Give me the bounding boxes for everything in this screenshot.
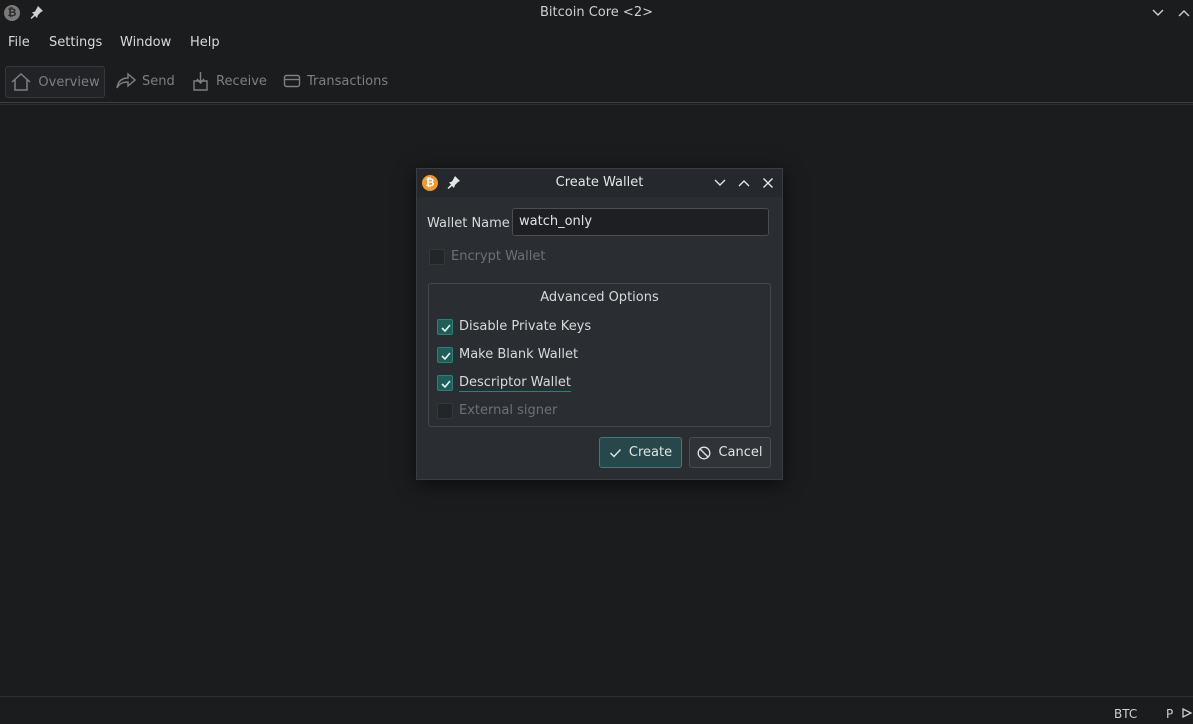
unit-display[interactable]: BTC xyxy=(1114,707,1137,721)
main-toolbar: Overview Send Receive Transactions xyxy=(0,64,1193,102)
transactions-card-icon xyxy=(283,74,301,88)
external-signer-label: External signer xyxy=(459,403,558,418)
tab-send-label: Send xyxy=(142,73,175,89)
checkmark-icon xyxy=(441,324,451,333)
tab-overview-label: Overview xyxy=(38,74,100,90)
cancel-button[interactable]: Cancel xyxy=(689,437,771,468)
disable-private-keys-label: Disable Private Keys xyxy=(459,319,592,334)
status-bar: BTC P xyxy=(0,696,1193,724)
advanced-options-title: Advanced Options xyxy=(540,290,659,305)
maximize-chevron-icon[interactable] xyxy=(736,175,752,191)
tab-receive[interactable]: Receive xyxy=(191,66,267,96)
home-icon xyxy=(11,72,31,91)
menu-settings[interactable]: Settings xyxy=(49,35,102,50)
receive-icon xyxy=(193,72,208,91)
menu-help[interactable]: Help xyxy=(190,35,220,50)
chevron-down-icon[interactable] xyxy=(1150,5,1166,21)
encrypt-wallet-checkbox[interactable] xyxy=(429,249,445,265)
cancel-button-label: Cancel xyxy=(718,445,763,460)
encrypt-wallet-label: Encrypt Wallet xyxy=(451,249,546,264)
create-button[interactable]: Create xyxy=(599,437,682,468)
window-title: Bitcoin Core <2> xyxy=(540,5,653,20)
cancel-circle-icon xyxy=(698,446,711,459)
external-signer-checkbox[interactable] xyxy=(437,403,453,419)
checkmark-icon xyxy=(441,352,451,361)
create-wallet-dialog: ₿ Create Wallet Wallet Name watch_only E… xyxy=(416,168,783,480)
dialog-title-bar: ₿ Create Wallet xyxy=(417,169,782,197)
menu-file[interactable]: File xyxy=(8,35,30,50)
create-button-label: Create xyxy=(628,445,673,460)
status-p-label: P xyxy=(1166,707,1174,721)
toolbar-divider xyxy=(0,102,1193,103)
tab-overview[interactable]: Overview xyxy=(5,66,105,98)
checkmark-icon xyxy=(441,380,451,389)
menu-window[interactable]: Window xyxy=(120,35,171,50)
send-arrow-icon xyxy=(116,72,136,89)
chevron-up-icon[interactable] xyxy=(1176,5,1192,21)
close-icon[interactable] xyxy=(760,175,776,191)
make-blank-wallet-checkbox[interactable] xyxy=(437,347,453,363)
tab-transactions-label: Transactions xyxy=(307,73,389,89)
disable-private-keys-checkbox[interactable] xyxy=(437,319,453,335)
wallet-name-input[interactable]: watch_only xyxy=(512,208,769,236)
minimize-chevron-icon[interactable] xyxy=(712,175,728,191)
tab-send[interactable]: Send xyxy=(116,66,175,96)
network-icon[interactable] xyxy=(1181,707,1193,721)
make-blank-wallet-label: Make Blank Wallet xyxy=(459,347,579,362)
tab-receive-label: Receive xyxy=(216,73,267,89)
descriptor-wallet-checkbox[interactable] xyxy=(437,375,453,391)
tab-transactions[interactable]: Transactions xyxy=(283,66,388,96)
descriptor-wallet-label: Descriptor Wallet xyxy=(459,375,571,392)
wallet-name-label: Wallet Name xyxy=(427,216,510,231)
title-bar: ₿ Bitcoin Core <2> xyxy=(0,0,1193,26)
advanced-options-group: Advanced Options Disable Private Keys Ma… xyxy=(428,283,771,427)
toolbar-divider-2 xyxy=(0,104,1193,105)
checkmark-icon xyxy=(609,448,621,458)
